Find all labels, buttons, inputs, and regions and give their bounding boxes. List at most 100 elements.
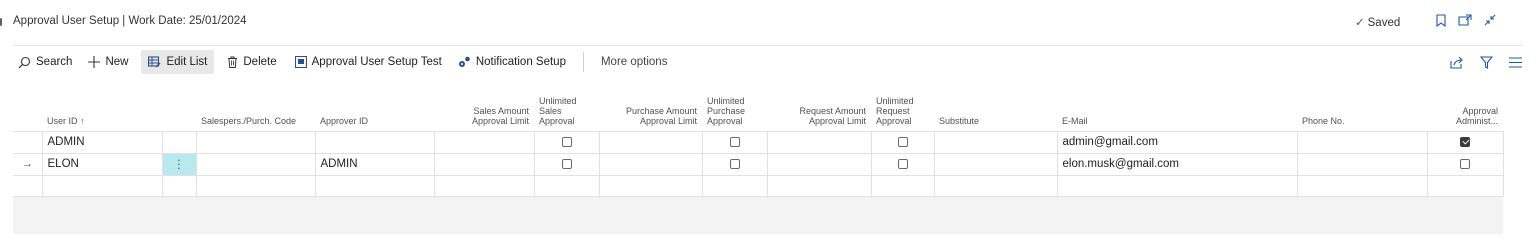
new-cell-approval-administrator[interactable] <box>1426 174 1504 197</box>
cell-purchase-amount-limit[interactable] <box>598 152 703 176</box>
collapse-icon[interactable] <box>1481 11 1499 29</box>
row-indicator-arrow: → <box>13 152 43 176</box>
approval-administrator-checkbox[interactable] <box>1460 158 1470 169</box>
new-cell-unlimited-request[interactable] <box>870 174 935 197</box>
unlimited-sales-checkbox[interactable] <box>561 158 572 169</box>
notification-setup-label: Notification Setup <box>475 56 566 68</box>
cell-request-amount-limit[interactable] <box>766 152 872 176</box>
cell-unlimited-request[interactable] <box>870 152 935 176</box>
cell-unlimited-sales[interactable] <box>533 130 600 154</box>
cell-approver-id[interactable] <box>314 130 435 154</box>
new-cell-sales-amount-limit[interactable] <box>433 174 535 197</box>
trash-icon <box>227 56 238 68</box>
unlimited-purchase-checkbox[interactable] <box>729 158 740 169</box>
cell-phone[interactable] <box>1296 152 1428 176</box>
table-row[interactable]: → ELON ⋮ ADMIN elon.musk@gmail.com <box>13 152 1504 176</box>
new-cell-unlimited-purchase[interactable] <box>701 174 768 197</box>
page-header: Approval User Setup | Work Date: 25/01/2… <box>0 0 1536 44</box>
list-view-icon[interactable] <box>1507 54 1523 70</box>
search-icon <box>18 56 31 69</box>
search-label: Search <box>36 56 73 68</box>
cell-unlimited-request[interactable] <box>870 130 935 154</box>
cell-email[interactable]: elon.musk@gmail.com <box>1056 152 1298 176</box>
edit-list-label: Edit List <box>166 56 208 68</box>
approval-user-setup-test-button[interactable]: Approval User Setup Test <box>288 50 449 74</box>
new-cell-phone[interactable] <box>1296 174 1428 197</box>
unlimited-purchase-checkbox[interactable] <box>729 136 740 147</box>
column-header-salespers-code[interactable]: Salespers./Purch. Code <box>196 84 315 131</box>
new-cell-salespers-code[interactable] <box>195 174 316 197</box>
cell-sales-amount-limit[interactable] <box>433 130 535 154</box>
column-header-request-amount-limit[interactable]: Request Amount Approval Limit <box>767 84 871 131</box>
cell-email[interactable]: admin@gmail.com <box>1056 130 1298 154</box>
cell-request-amount-limit[interactable] <box>766 130 872 154</box>
unlimited-request-checkbox[interactable] <box>897 136 908 147</box>
new-label: New <box>105 56 129 68</box>
approval-user-table: User ID ↑ Salespers./Purch. Code Approve… <box>13 84 1504 197</box>
edit-list-icon <box>148 56 161 68</box>
new-cell-approver-id[interactable] <box>314 174 435 197</box>
column-header-approval-administrator[interactable]: Approval Administ... <box>1427 84 1503 131</box>
cell-user-id[interactable]: ELON <box>41 152 163 176</box>
column-header-substitute[interactable]: Substitute <box>934 84 1057 131</box>
new-cell-request-amount-limit[interactable] <box>766 174 872 197</box>
new-cell-user-id[interactable] <box>41 174 163 197</box>
column-header-email[interactable]: E-Mail <box>1057 84 1297 131</box>
saved-status: ✓ Saved <box>1355 15 1400 29</box>
cell-sales-amount-limit[interactable] <box>433 152 535 176</box>
new-row[interactable] <box>13 174 1504 197</box>
table-row[interactable]: ADMIN admin@gmail.com <box>13 130 1504 154</box>
grid-area: User ID ↑ Salespers./Purch. Code Approve… <box>13 84 1504 234</box>
new-cell-unlimited-sales[interactable] <box>533 174 600 197</box>
new-cell-substitute[interactable] <box>933 174 1058 197</box>
delete-label: Delete <box>243 56 277 68</box>
open-new-window-icon[interactable] <box>1456 11 1474 29</box>
cell-unlimited-sales[interactable] <box>533 152 600 176</box>
delete-button[interactable]: Delete <box>220 50 283 74</box>
unlimited-sales-checkbox[interactable] <box>561 136 572 147</box>
new-cell-email[interactable] <box>1056 174 1298 197</box>
cell-substitute[interactable] <box>933 152 1058 176</box>
cell-row-menu[interactable] <box>161 130 197 154</box>
check-icon: ✓ <box>1355 17 1365 29</box>
saved-label: Saved <box>1367 17 1401 29</box>
column-header-unlimited-request[interactable]: Unlimited Request Approval <box>871 84 934 131</box>
share-icon[interactable] <box>1449 54 1465 70</box>
cell-unlimited-purchase[interactable] <box>701 130 768 154</box>
cell-approval-administrator[interactable] <box>1426 152 1504 176</box>
column-header-approver-id[interactable]: Approver ID <box>315 84 434 131</box>
new-button[interactable]: New <box>81 50 135 74</box>
new-cell-purchase-amount-limit[interactable] <box>598 174 703 197</box>
toolbar-right-icons <box>1449 54 1523 70</box>
more-options-label: More options <box>600 56 668 68</box>
cell-salespers-code[interactable] <box>195 152 316 176</box>
notification-setup-button[interactable]: Notification Setup <box>451 50 573 74</box>
search-button[interactable]: Search <box>13 50 79 74</box>
row-indicator <box>13 130 43 154</box>
column-header-purchase-amount-limit[interactable]: Purchase Amount Approval Limit <box>599 84 702 131</box>
cell-approver-id[interactable]: ADMIN <box>314 152 435 176</box>
unlimited-request-checkbox[interactable] <box>897 158 908 169</box>
header-divider <box>13 45 1523 46</box>
column-header-unlimited-purchase[interactable]: Unlimited Purchase Approval <box>702 84 767 131</box>
cell-purchase-amount-limit[interactable] <box>598 130 703 154</box>
new-cell-row-menu[interactable] <box>161 174 197 197</box>
edit-list-button[interactable]: Edit List <box>141 50 215 74</box>
column-header-phone[interactable]: Phone No. <box>1297 84 1427 131</box>
table-header-row: User ID ↑ Salespers./Purch. Code Approve… <box>13 84 1503 131</box>
column-header-unlimited-sales[interactable]: Unlimited Sales Approval <box>534 84 599 131</box>
column-header-user-id[interactable]: User ID ↑ <box>42 84 162 131</box>
filter-icon[interactable] <box>1478 54 1494 70</box>
report-icon <box>294 56 307 68</box>
cell-salespers-code[interactable] <box>195 130 316 154</box>
row-menu-button[interactable]: ⋮ <box>161 152 197 176</box>
column-header-sales-amount-limit[interactable]: Sales Amount Approval Limit <box>434 84 534 131</box>
cell-unlimited-purchase[interactable] <box>701 152 768 176</box>
approval-administrator-checkbox[interactable] <box>1460 136 1470 147</box>
cell-approval-administrator[interactable] <box>1426 130 1504 154</box>
bookmark-icon[interactable] <box>1432 11 1450 29</box>
cell-substitute[interactable] <box>933 130 1058 154</box>
cell-user-id[interactable]: ADMIN <box>41 130 163 154</box>
cell-phone[interactable] <box>1296 130 1428 154</box>
more-options-button[interactable]: More options <box>594 50 674 74</box>
